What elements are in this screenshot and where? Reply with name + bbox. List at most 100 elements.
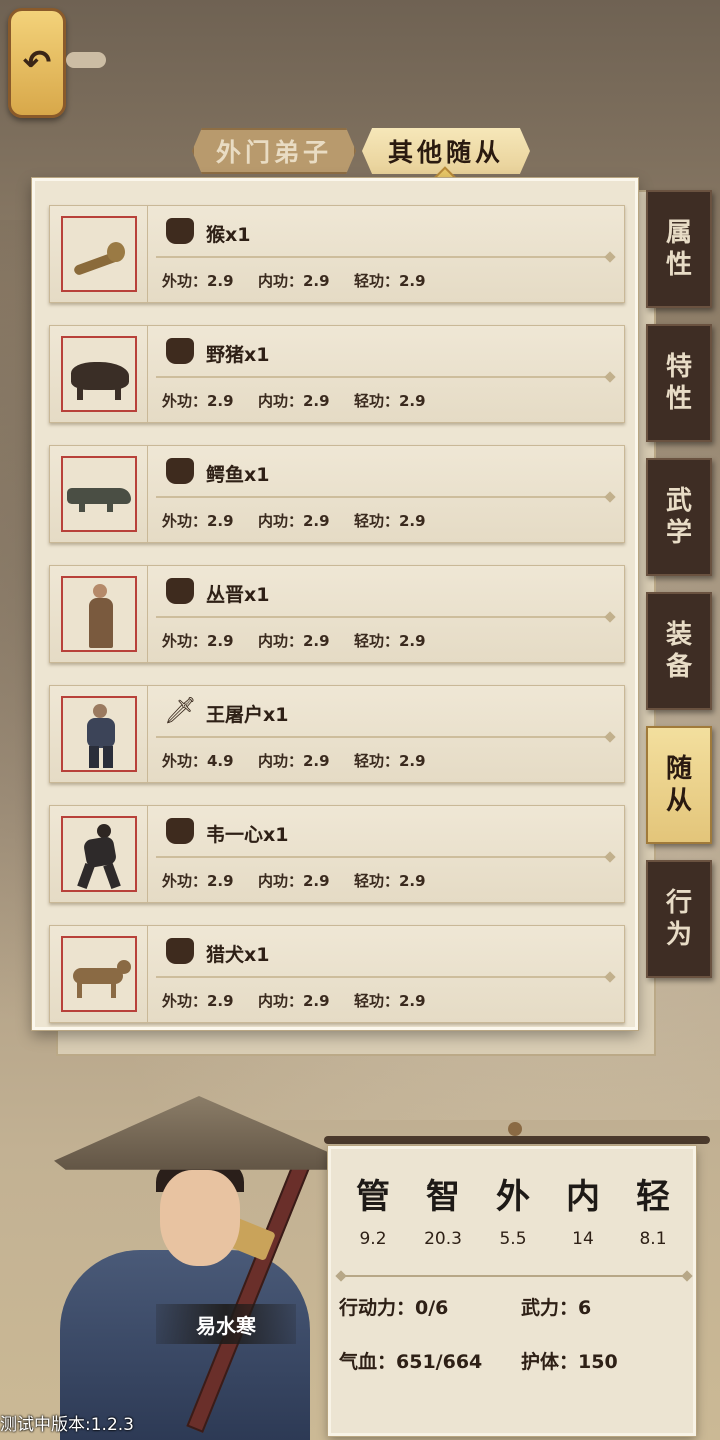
attribute-external: 外 5.5 xyxy=(483,1177,543,1249)
stat-internal: 内功：2.9 xyxy=(258,512,330,530)
attribute-intellect: 智 20.3 xyxy=(413,1177,473,1249)
follower-name: 野猪x1 xyxy=(206,344,270,366)
stat-agility: 轻功：2.9 xyxy=(354,632,426,650)
follower-row[interactable]: 鳄鱼x1 外功：2.9 内功：2.9 轻功：2.9 xyxy=(49,445,625,543)
divider xyxy=(156,736,614,738)
butcher-portrait-icon xyxy=(60,696,137,772)
stat-agility: 轻功：2.9 xyxy=(354,752,426,770)
fist-icon xyxy=(164,456,194,486)
follower-name: 王屠户x1 xyxy=(206,704,289,726)
divider xyxy=(156,376,614,378)
stat-external: 外功：4.9 xyxy=(162,752,234,770)
follower-name: 丛晋x1 xyxy=(206,584,270,606)
divider xyxy=(156,496,614,498)
side-tab-char: 属 xyxy=(665,218,692,248)
side-tab-behavior[interactable]: 行 为 xyxy=(646,860,712,978)
scroll-knob xyxy=(508,1122,522,1136)
boar-portrait-icon xyxy=(60,336,137,412)
stat-external: 外功：2.9 xyxy=(162,512,234,530)
attribute-internal: 内 14 xyxy=(553,1177,613,1249)
follower-row[interactable]: 🗡 王屠户x1 外功：4.9 内功：2.9 轻功：2.9 xyxy=(49,685,625,783)
attribute-agility: 轻 8.1 xyxy=(623,1177,683,1249)
fist-icon xyxy=(164,816,194,846)
side-tab-attributes[interactable]: 属 性 xyxy=(646,190,712,308)
character-stats-panel: 管 9.2 智 20.3 外 5.5 内 14 轻 8.1 行动力：0/6 武力… xyxy=(328,1146,696,1436)
fist-icon xyxy=(164,576,194,606)
attribute-label: 智 xyxy=(426,1177,460,1217)
fighter-portrait-icon xyxy=(60,816,137,892)
blade-icon: 🗡 xyxy=(164,696,198,726)
divider xyxy=(156,976,614,978)
divider xyxy=(156,256,614,258)
side-tab-char: 特 xyxy=(665,352,692,382)
stat-agility: 轻功：2.9 xyxy=(354,392,426,410)
stat-internal: 内功：2.9 xyxy=(258,992,330,1010)
side-tab-char: 备 xyxy=(665,652,692,682)
follower-row[interactable]: 韦一心x1 外功：2.9 内功：2.9 轻功：2.9 xyxy=(49,805,625,903)
follower-name: 韦一心x1 xyxy=(206,824,289,846)
attribute-value: 8.1 xyxy=(639,1229,667,1249)
follower-row[interactable]: 猴x1 外功：2.9 内功：2.9 轻功：2.9 xyxy=(49,205,625,303)
side-tab-char: 从 xyxy=(665,786,692,816)
follower-name: 鳄鱼x1 xyxy=(206,464,270,486)
character-portrait xyxy=(40,1090,344,1440)
stat-agility: 轻功：2.9 xyxy=(354,512,426,530)
follower-row[interactable]: 猎犬x1 外功：2.9 内功：2.9 轻功：2.9 xyxy=(49,925,625,1023)
follower-list[interactable]: 猴x1 外功：2.9 内功：2.9 轻功：2.9 野猪x1 外功：2.9 内功：… xyxy=(32,178,638,1030)
portrait-frame xyxy=(50,806,148,902)
divider xyxy=(156,856,614,858)
divider xyxy=(339,1275,689,1277)
side-tab-char: 行 xyxy=(665,888,692,918)
side-tab-char: 为 xyxy=(665,920,692,950)
tab-outer-disciples[interactable]: 外门弟子 xyxy=(192,128,356,174)
follower-row[interactable]: 丛晋x1 外功：2.9 内功：2.9 轻功：2.9 xyxy=(49,565,625,663)
stat-internal: 内功：2.9 xyxy=(258,632,330,650)
attribute-value: 5.5 xyxy=(499,1229,527,1249)
character-name: 易水寒 xyxy=(156,1304,296,1344)
fist-icon xyxy=(164,336,194,366)
side-tab-char: 学 xyxy=(665,518,692,548)
side-tab-traits[interactable]: 特 性 xyxy=(646,324,712,442)
follower-row[interactable]: 野猪x1 外功：2.9 内功：2.9 轻功：2.9 xyxy=(49,325,625,423)
back-button[interactable]: ↶ xyxy=(8,8,66,118)
side-tab-char: 性 xyxy=(665,384,692,414)
stat-external: 外功：2.9 xyxy=(162,392,234,410)
portrait-frame xyxy=(50,326,148,422)
side-tab-martial-arts[interactable]: 武 学 xyxy=(646,458,712,576)
fist-icon xyxy=(164,216,194,246)
attribute-label: 轻 xyxy=(636,1177,670,1217)
action-points: 行动力：0/6 xyxy=(339,1297,449,1319)
stat-external: 外功：2.9 xyxy=(162,992,234,1010)
back-button-decoration xyxy=(66,52,106,68)
stat-internal: 内功：2.9 xyxy=(258,392,330,410)
stat-agility: 轻功：2.9 xyxy=(354,992,426,1010)
version-label: 测试中版本:1.2.3 xyxy=(0,1415,134,1435)
stat-external: 外功：2.9 xyxy=(162,632,234,650)
stat-external: 外功：2.9 xyxy=(162,872,234,890)
portrait-frame xyxy=(50,686,148,782)
armor: 护体：150 xyxy=(521,1351,618,1373)
portrait-frame xyxy=(50,926,148,1022)
character-face xyxy=(160,1170,240,1266)
scroll-rod xyxy=(324,1136,710,1144)
stat-internal: 内功：2.9 xyxy=(258,872,330,890)
side-tab-char: 武 xyxy=(665,486,692,516)
stat-internal: 内功：2.9 xyxy=(258,272,330,290)
stat-internal: 内功：2.9 xyxy=(258,752,330,770)
stat-agility: 轻功：2.9 xyxy=(354,272,426,290)
portrait-frame xyxy=(50,566,148,662)
portrait-frame xyxy=(50,446,148,542)
side-tab-char: 装 xyxy=(665,620,692,650)
attribute-management: 管 9.2 xyxy=(343,1177,403,1249)
force: 武力：6 xyxy=(521,1297,592,1319)
follower-name: 猴x1 xyxy=(206,224,251,246)
attribute-label: 外 xyxy=(496,1177,530,1217)
attribute-label: 管 xyxy=(356,1177,390,1217)
hp: 气血：651/664 xyxy=(339,1351,483,1373)
side-tab-followers[interactable]: 随 从 xyxy=(646,726,712,844)
attribute-value: 20.3 xyxy=(424,1229,462,1249)
attribute-label: 内 xyxy=(566,1177,600,1217)
stat-external: 外功：2.9 xyxy=(162,272,234,290)
fist-icon xyxy=(164,936,194,966)
side-tab-equipment[interactable]: 装 备 xyxy=(646,592,712,710)
